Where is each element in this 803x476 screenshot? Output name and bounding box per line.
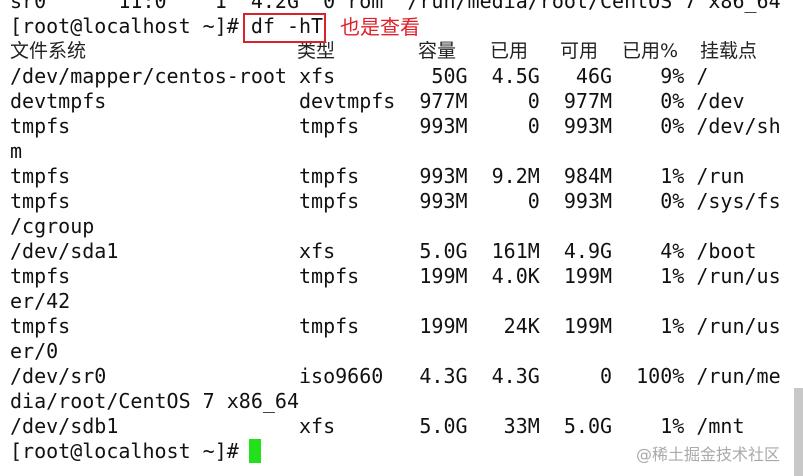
header-use-pct: 已用% xyxy=(622,40,679,62)
terminal-cursor xyxy=(249,439,261,463)
table-row: /dev/sdb1 xfs 5.0G 33M 5.0G 1% /mnt xyxy=(10,414,745,438)
previous-output-line: sr0 11:0 1 4.2G 0 rom /run/media/root/Ce… xyxy=(10,0,781,13)
header-used: 已用 xyxy=(490,40,529,62)
prompt: [root@localhost ~]# xyxy=(10,14,251,38)
final-prompt: [root@localhost ~]# xyxy=(10,439,251,463)
header-avail: 可用 xyxy=(560,40,599,62)
command-highlight-box xyxy=(243,13,326,43)
table-row: tmpfs tmpfs 199M 24K 199M 1% /run/us xyxy=(10,314,781,338)
terminal-output[interactable]: sr0 11:0 1 4.2G 0 rom /run/media/root/Ce… xyxy=(10,0,800,476)
table-row: /dev/mapper/centos-root xfs 50G 4.5G 46G… xyxy=(10,64,709,88)
table-row-wrap: dia/root/CentOS 7 x86_64 xyxy=(10,389,299,413)
table-row: tmpfs tmpfs 993M 9.2M 984M 1% /run xyxy=(10,164,745,188)
header-mount: 挂载点 xyxy=(700,40,758,62)
table-row-wrap: er/0 xyxy=(10,339,59,363)
annotation-text: 也是查看 xyxy=(340,15,420,39)
table-row: tmpfs tmpfs 993M 0 993M 0% /dev/sh xyxy=(10,114,781,138)
table-row: /dev/sda1 xfs 5.0G 161M 4.9G 4% /boot xyxy=(10,239,757,263)
table-row-wrap: m xyxy=(10,139,23,163)
scrollbar[interactable] xyxy=(794,0,803,476)
scrollbar-thumb[interactable] xyxy=(794,388,803,476)
table-row: tmpfs tmpfs 993M 0 993M 0% /sys/fs xyxy=(10,189,781,213)
table-row: devtmpfs devtmpfs 977M 0 977M 0% /dev xyxy=(10,89,745,113)
table-row: /dev/sr0 iso9660 4.3G 4.3G 0 100% /run/m… xyxy=(10,364,781,388)
table-row-wrap: /cgroup xyxy=(10,214,95,238)
table-row: tmpfs tmpfs 199M 4.0K 199M 1% /run/us xyxy=(10,264,781,288)
header-size: 容量 xyxy=(418,40,457,62)
watermark: @稀土掘金技术社区 xyxy=(636,445,781,464)
table-row-wrap: er/42 xyxy=(10,289,71,313)
header-filesystem: 文件系统 xyxy=(10,40,87,62)
